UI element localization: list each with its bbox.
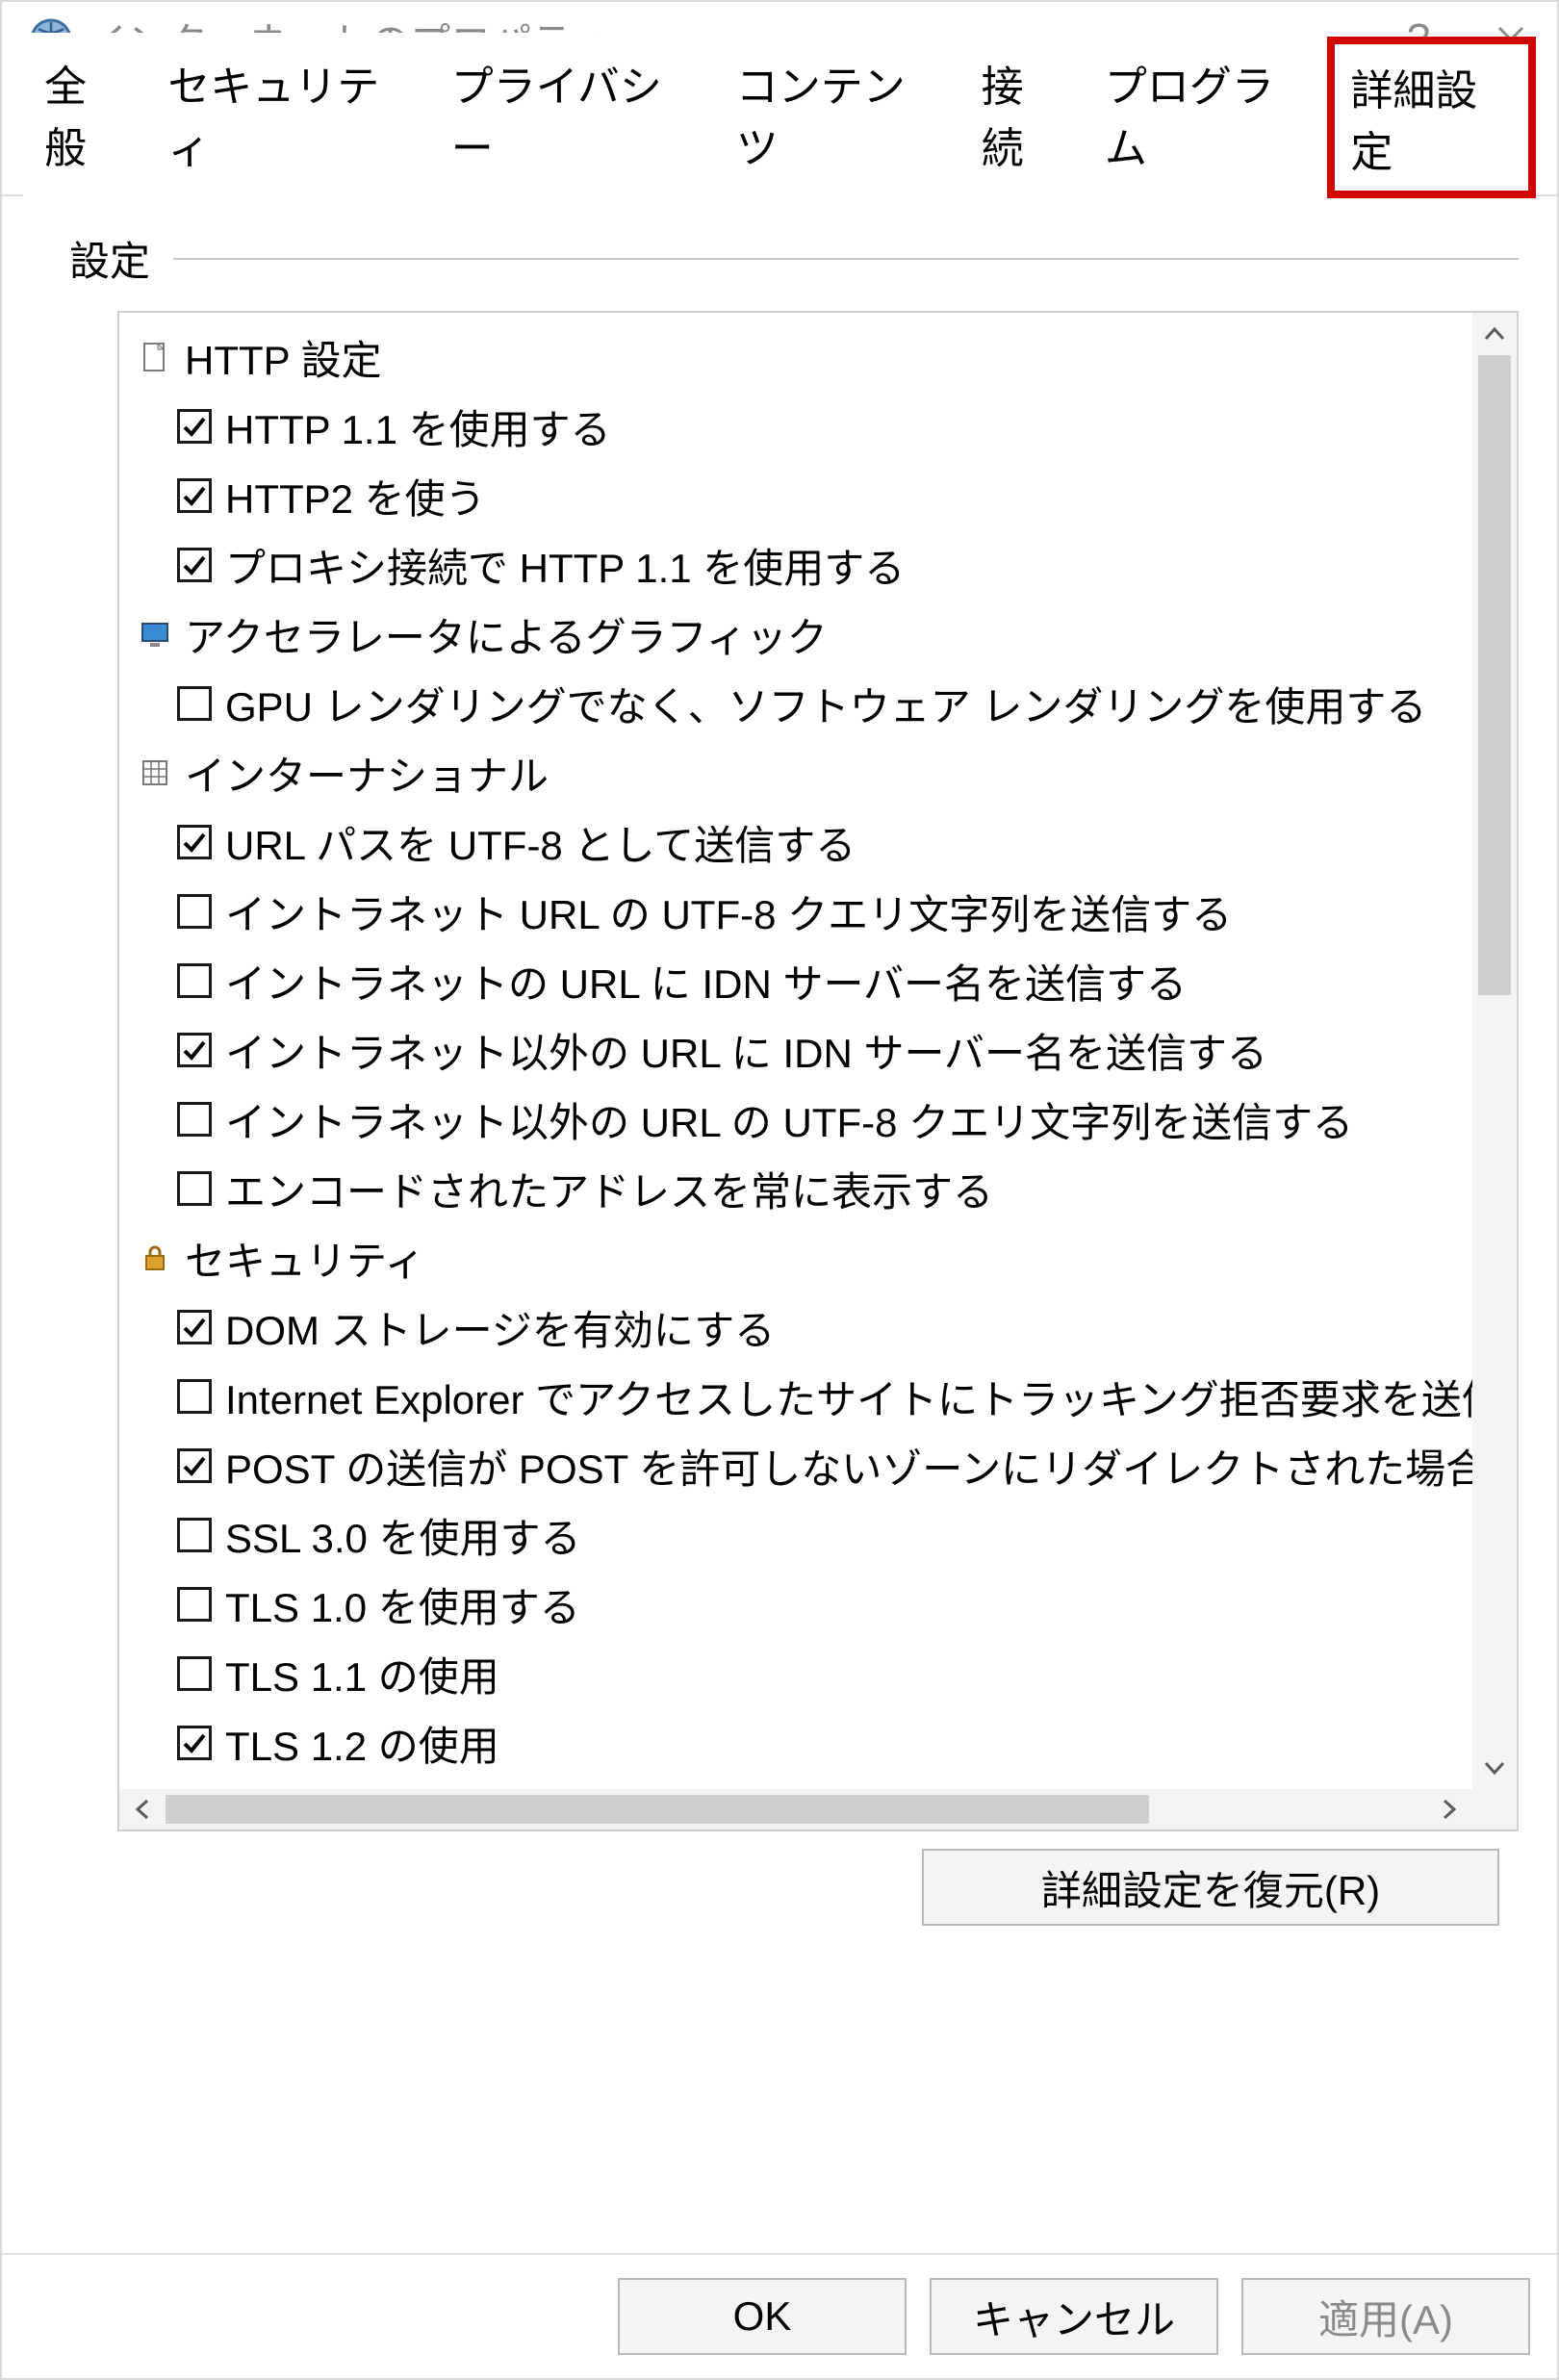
tree-category-label: HTTP 設定	[185, 328, 382, 387]
tree-item-label: Internet Explorer でアクセスしたサイトにトラッキング拒否要求を…	[225, 1368, 1472, 1426]
checkbox[interactable]	[177, 963, 212, 998]
tree-checkbox-item[interactable]: HTTP 1.1 を使用する	[133, 392, 1472, 461]
lock-icon	[139, 1241, 171, 1274]
checkbox[interactable]	[177, 1379, 212, 1414]
tree-checkbox-item[interactable]: GPU レンダリングでなく、ソフトウェア レンダリングを使用する	[133, 669, 1472, 738]
tree-checkbox-item[interactable]: イントラネット以外の URL の UTF-8 クエリ文字列を送信する	[133, 1085, 1472, 1154]
apply-button[interactable]: 適用(A)	[1241, 2278, 1530, 2355]
tree-item-label: イントラネット以外の URL に IDN サーバー名を送信する	[225, 1021, 1267, 1080]
tree-item-label: プロキシ接続で HTTP 1.1 を使用する	[225, 536, 905, 595]
checkbox[interactable]	[177, 409, 212, 444]
scroll-left-button[interactable]	[119, 1789, 166, 1830]
tree-category: インターナショナル	[133, 738, 1472, 807]
tree-checkbox-item[interactable]: イントラネット URL の UTF-8 クエリ文字列を送信する	[133, 877, 1472, 946]
checkbox[interactable]	[177, 1726, 212, 1760]
tree-category: セキュリティ	[133, 1223, 1472, 1292]
vertical-scrollbar[interactable]	[1472, 313, 1517, 1789]
checkbox[interactable]	[177, 1033, 212, 1067]
hscroll-track[interactable]	[166, 1789, 1426, 1830]
tree-item-label: イントラネットの URL に IDN サーバー名を送信する	[225, 952, 1187, 1011]
tree-category: アクセラレータによるグラフィック	[133, 600, 1472, 669]
tree-checkbox-item[interactable]: イントラネットの URL に IDN サーバー名を送信する	[133, 946, 1472, 1015]
cancel-button[interactable]: キャンセル	[930, 2278, 1218, 2355]
tree-item-label: GPU レンダリングでなく、ソフトウェア レンダリングを使用する	[225, 675, 1426, 733]
checkbox[interactable]	[177, 1310, 212, 1344]
tree-item-label: TLS 1.0 を使用する	[225, 1575, 580, 1634]
tree-checkbox-item[interactable]: URL パスを UTF-8 として送信する	[133, 807, 1472, 877]
restore-defaults-button[interactable]: 詳細設定を復元(R)	[922, 1849, 1499, 1926]
checkbox[interactable]	[177, 686, 212, 721]
restore-row: 詳細設定を復元(R)	[40, 1831, 1519, 1926]
tree-checkbox-item[interactable]: HTTP2 を使う	[133, 461, 1472, 530]
tree-item-label: HTTP2 を使う	[225, 467, 486, 525]
dialog-body: 設定 HTTP 設定 HTTP 1.1 を使用する HTTP2 を使うプロキシ接続で…	[2, 196, 1557, 2253]
vscroll-track[interactable]	[1472, 355, 1517, 1747]
body-spacer	[40, 1926, 1519, 2253]
vscroll-thumb[interactable]	[1478, 355, 1511, 995]
tree-category-label: アクセラレータによるグラフィック	[185, 605, 828, 664]
tree-checkbox-item[interactable]: TLS 1.3 を使用する (試験段階)	[133, 1778, 1472, 1789]
settings-list: HTTP 設定 HTTP 1.1 を使用する HTTP2 を使うプロキシ接続で HT…	[117, 311, 1519, 1831]
tree-checkbox-item[interactable]: エンコードされたアドレスを常に表示する	[133, 1154, 1472, 1223]
tree-category-label: インターナショナル	[185, 744, 549, 803]
tab-1[interactable]: セキュリティ	[146, 33, 429, 196]
tree-item-label: URL パスを UTF-8 として送信する	[225, 813, 856, 872]
tree-checkbox-item[interactable]: TLS 1.1 の使用	[133, 1639, 1472, 1708]
group-title: 設定	[69, 229, 150, 288]
checkbox[interactable]	[177, 1656, 212, 1691]
scroll-down-button[interactable]	[1472, 1747, 1517, 1789]
checkbox[interactable]	[177, 1171, 212, 1206]
tree-item-label: TLS 1.1 の使用	[225, 1645, 499, 1703]
tab-6[interactable]: 詳細設定	[1327, 37, 1536, 198]
checkbox[interactable]	[177, 894, 212, 929]
group-header-line	[173, 258, 1519, 260]
tree-checkbox-item[interactable]: TLS 1.2 の使用	[133, 1708, 1472, 1778]
horizontal-scrollbar[interactable]	[119, 1789, 1472, 1830]
tree-checkbox-item[interactable]: SSL 3.0 を使用する	[133, 1500, 1472, 1570]
tab-5[interactable]: プログラム	[1084, 33, 1328, 196]
tree-checkbox-item[interactable]: プロキシ接続で HTTP 1.1 を使用する	[133, 530, 1472, 600]
tree-checkbox-item[interactable]: イントラネット以外の URL に IDN サーバー名を送信する	[133, 1015, 1472, 1085]
checkbox[interactable]	[177, 1518, 212, 1552]
tab-0[interactable]: 全般	[23, 33, 146, 196]
settings-list-inner: HTTP 設定 HTTP 1.1 を使用する HTTP2 を使うプロキシ接続で HT…	[119, 313, 1472, 1789]
tree-checkbox-item[interactable]: TLS 1.0 を使用する	[133, 1570, 1472, 1639]
tree-item-label: イントラネット URL の UTF-8 クエリ文字列を送信する	[225, 883, 1232, 941]
scroll-up-button[interactable]	[1472, 313, 1517, 355]
tree-item-label: TLS 1.2 の使用	[225, 1714, 499, 1773]
dialog-footer: OK キャンセル 適用(A)	[2, 2253, 1557, 2378]
dialog-window: インターネットのプロパティ ? 全般セキュリティプライバシーコンテンツ接続プログ…	[0, 0, 1559, 2380]
scroll-corner	[1472, 1789, 1517, 1830]
group-header: 設定	[40, 229, 1519, 301]
tab-2[interactable]: プライバシー	[430, 33, 715, 196]
checkbox[interactable]	[177, 1587, 212, 1622]
tree-category: HTTP 設定	[133, 322, 1472, 392]
tree-item-label: DOM ストレージを有効にする	[225, 1298, 775, 1357]
checkbox[interactable]	[177, 1448, 212, 1483]
checkbox[interactable]	[177, 548, 212, 582]
checkbox[interactable]	[177, 478, 212, 513]
ok-button[interactable]: OK	[618, 2278, 907, 2355]
monitor-icon	[139, 618, 171, 651]
tab-4[interactable]: 接続	[960, 33, 1084, 196]
checkbox[interactable]	[177, 1102, 212, 1137]
tree-item-label: HTTP 1.1 を使用する	[225, 397, 611, 456]
tree-checkbox-item[interactable]: Internet Explorer でアクセスしたサイトにトラッキング拒否要求を…	[133, 1362, 1472, 1431]
tree-category-label: セキュリティ	[185, 1229, 424, 1288]
tab-3[interactable]: コンテンツ	[715, 33, 960, 196]
checkbox[interactable]	[177, 825, 212, 859]
grid-icon	[139, 756, 171, 789]
tree-item-label: エンコードされたアドレスを常に表示する	[225, 1160, 993, 1218]
page-icon	[139, 341, 171, 373]
hscroll-thumb[interactable]	[166, 1795, 1149, 1824]
tree-checkbox-item[interactable]: DOM ストレージを有効にする	[133, 1292, 1472, 1362]
scroll-right-button[interactable]	[1426, 1789, 1472, 1830]
tree-checkbox-item[interactable]: POST の送信が POST を許可しないゾーンにリダイレクトされた場合に警	[133, 1431, 1472, 1500]
tree-item-label: POST の送信が POST を許可しないゾーンにリダイレクトされた場合に警	[225, 1437, 1472, 1496]
tree-item-label: イントラネット以外の URL の UTF-8 クエリ文字列を送信する	[225, 1090, 1353, 1149]
tree-item-label: SSL 3.0 を使用する	[225, 1506, 581, 1565]
tab-bar: 全般セキュリティプライバシーコンテンツ接続プログラム詳細設定	[2, 77, 1557, 196]
